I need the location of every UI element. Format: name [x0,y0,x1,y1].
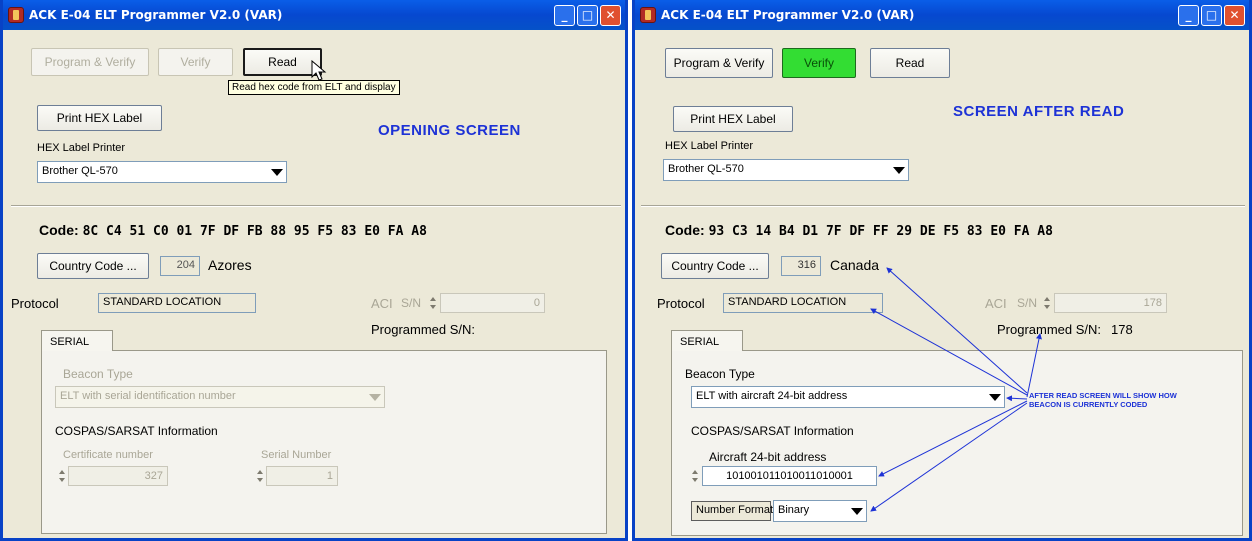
protocol-label: Protocol [11,296,59,311]
serial-number-input[interactable]: 1 [266,466,338,486]
beacon-type-value: ELT with serial identification number [60,390,236,402]
aci-label: ACI [371,296,393,311]
certificate-number-label: Certificate number [63,449,153,461]
app-icon[interactable] [8,7,24,23]
beacon-type-select[interactable]: ELT with serial identification number [55,386,385,408]
print-hex-label-button[interactable]: Print HEX Label [37,105,162,131]
verify-button[interactable]: Verify [158,48,233,76]
arrow-to-protocol [870,308,1028,396]
country-name: Azores [208,257,252,273]
country-number: 204 [160,256,200,276]
right-window: ACK E-04 ELT Programmer V2.0 (VAR) _ □ ✕… [632,0,1252,541]
cospas-sarsat-label: COSPAS/SARSAT Information [55,424,218,438]
arrow-to-beacon-type [1006,395,1028,402]
sn-input[interactable]: 0 [440,293,545,313]
dropdown-arrow-icon[interactable] [369,394,381,401]
arrow-to-programmed-sn [1026,333,1042,398]
programmed-sn-label: Programmed S/N: [371,322,476,337]
arrow-to-country [886,267,1028,394]
separator [11,205,621,207]
arrow-to-number-format [870,402,1028,512]
sn-spin-icon[interactable] [429,293,438,313]
window-title: ACK E-04 ELT Programmer V2.0 (VAR) [29,8,283,22]
code-hex-value: 8C C4 51 C0 01 7F DF FB 88 95 F5 83 E0 F… [82,224,427,239]
printer-select[interactable]: Brother QL-570 [37,161,287,183]
dropdown-arrow-icon[interactable] [271,169,283,176]
code-label: Code: [39,222,79,238]
serial-number-label: Serial Number [261,449,332,461]
country-code-button[interactable]: Country Code ... [37,253,149,279]
read-tooltip: Read hex code from ELT and display [228,80,400,95]
title-bar[interactable]: ACK E-04 ELT Programmer V2.0 (VAR) _ □ ✕ [3,0,625,30]
certificate-number-input[interactable]: 327 [68,466,168,486]
hex-label-printer-label: HEX Label Printer [37,142,126,154]
arrow-to-aircraft-address [878,400,1028,477]
screen-caption: OPENING SCREEN [378,122,521,139]
code-display: Code: 8C C4 51 C0 01 7F DF FB 88 95 F5 8… [39,222,427,239]
printer-select-value: Brother QL-570 [42,165,118,177]
annotation-arrows [870,267,1042,512]
program-verify-button[interactable]: Program & Verify [31,48,149,76]
protocol-field: STANDARD LOCATION [98,293,256,313]
serial-spin-icon[interactable] [256,466,265,486]
beacon-type-label: Beacon Type [63,367,133,381]
sn-label: S/N [401,296,422,310]
certificate-spin-icon[interactable] [58,466,67,486]
left-window: ACK E-04 ELT Programmer V2.0 (VAR) _ □ ✕… [0,0,628,541]
close-icon[interactable]: ✕ [600,5,621,26]
mouse-cursor-icon [311,60,327,81]
minimize-icon[interactable]: _ [554,5,575,26]
maximize-icon[interactable]: □ [577,5,598,26]
tab-serial[interactable]: SERIAL [41,330,113,351]
